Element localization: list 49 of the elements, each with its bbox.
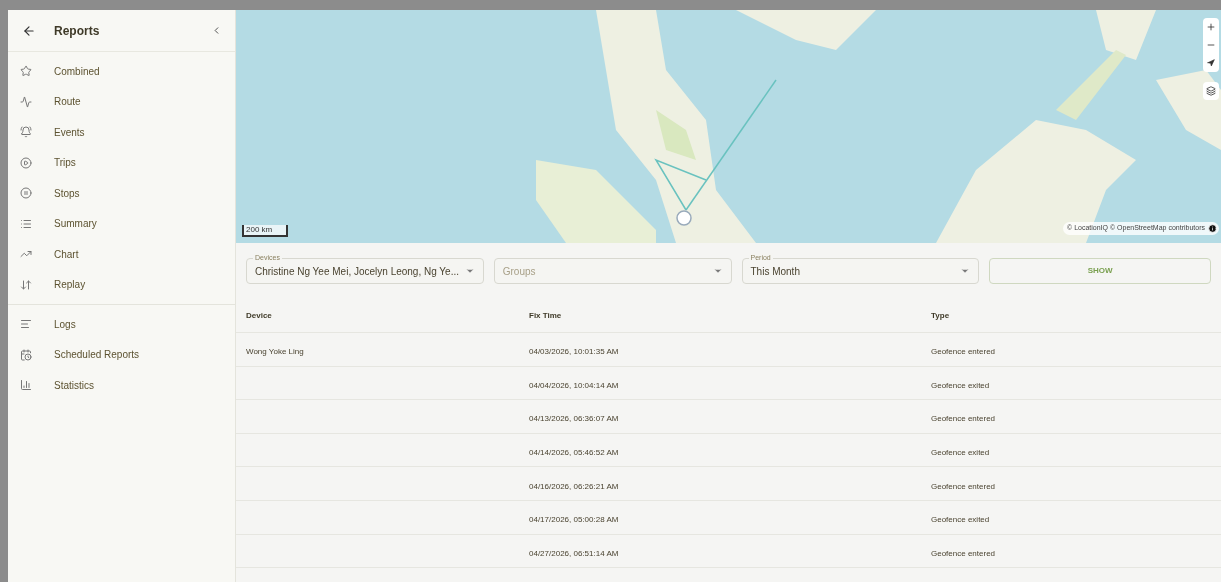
- sidebar-item[interactable]: Route: [8, 86, 235, 117]
- table-cell: Geofence exited: [931, 380, 990, 390]
- dropdown-icon: [464, 266, 475, 276]
- table-cell: 04/04/2026, 10:04:14 AM: [529, 380, 619, 390]
- sidebar-item[interactable]: Scheduled Reports: [8, 339, 235, 370]
- scale-bar: 200 km: [242, 225, 288, 237]
- sidebar-item[interactable]: Replay: [8, 269, 235, 300]
- info-icon: [1208, 224, 1217, 233]
- zigzag-line-icon: [20, 95, 32, 108]
- pause-icon: [20, 187, 32, 200]
- table-cell: 04/14/2026, 05:46:52 AM: [529, 448, 619, 458]
- up-down-arrows-icon: [20, 278, 32, 291]
- sidebar-item[interactable]: Stops: [8, 178, 235, 209]
- bar-chart-icon: [20, 379, 32, 392]
- sidebar-item[interactable]: Statistics: [8, 370, 235, 401]
- dropdown-icon: [960, 266, 971, 276]
- table-cell: Geofence exited: [931, 448, 990, 458]
- list-icon: [20, 217, 32, 230]
- table-cell: 04/17/2026, 05:00:28 AM: [529, 515, 619, 525]
- bell-icon: [20, 126, 32, 139]
- dropdown-icon: [712, 266, 723, 276]
- sidebar-title: Reports: [54, 22, 101, 40]
- table-cell: 04/03/2026, 10:01:35 AM: [529, 347, 619, 357]
- play-icon: [20, 156, 32, 169]
- column-header: Fix Time: [529, 309, 563, 322]
- calendar-icon: [20, 348, 32, 361]
- sidebar-item[interactable]: Events: [8, 117, 235, 148]
- star-icon: [20, 65, 32, 78]
- table-cell: 04/13/2026, 06:36:07 AM: [529, 414, 619, 424]
- sidebar-item[interactable]: Chart: [8, 239, 235, 270]
- layers-button[interactable]: [1203, 82, 1219, 100]
- table-cell: Geofence entered: [931, 414, 996, 424]
- lines-icon: [20, 318, 32, 331]
- table-cell: Geofence entered: [931, 548, 996, 558]
- table-cell: Geofence entered: [931, 481, 996, 491]
- column-header: Type: [931, 309, 951, 322]
- sidebar-item[interactable]: Logs: [8, 309, 235, 340]
- table-cell: Geofence entered: [931, 347, 996, 357]
- table-cell: 04/27/2026, 06:51:14 AM: [529, 548, 619, 558]
- compass-icon: [1207, 59, 1215, 67]
- sidebar-item[interactable]: Trips: [8, 147, 235, 178]
- table-cell: 04/16/2026, 06:26:21 AM: [529, 481, 619, 491]
- sidebar-item[interactable]: Combined: [8, 56, 235, 87]
- table-cell: Wong Yoke Ling: [246, 347, 304, 357]
- sidebar-item[interactable]: Summary: [8, 208, 235, 239]
- plus-icon: [1206, 22, 1216, 32]
- column-header: Device: [246, 309, 273, 322]
- table-cell: Geofence exited: [931, 515, 990, 525]
- layers-icon: [1206, 86, 1216, 96]
